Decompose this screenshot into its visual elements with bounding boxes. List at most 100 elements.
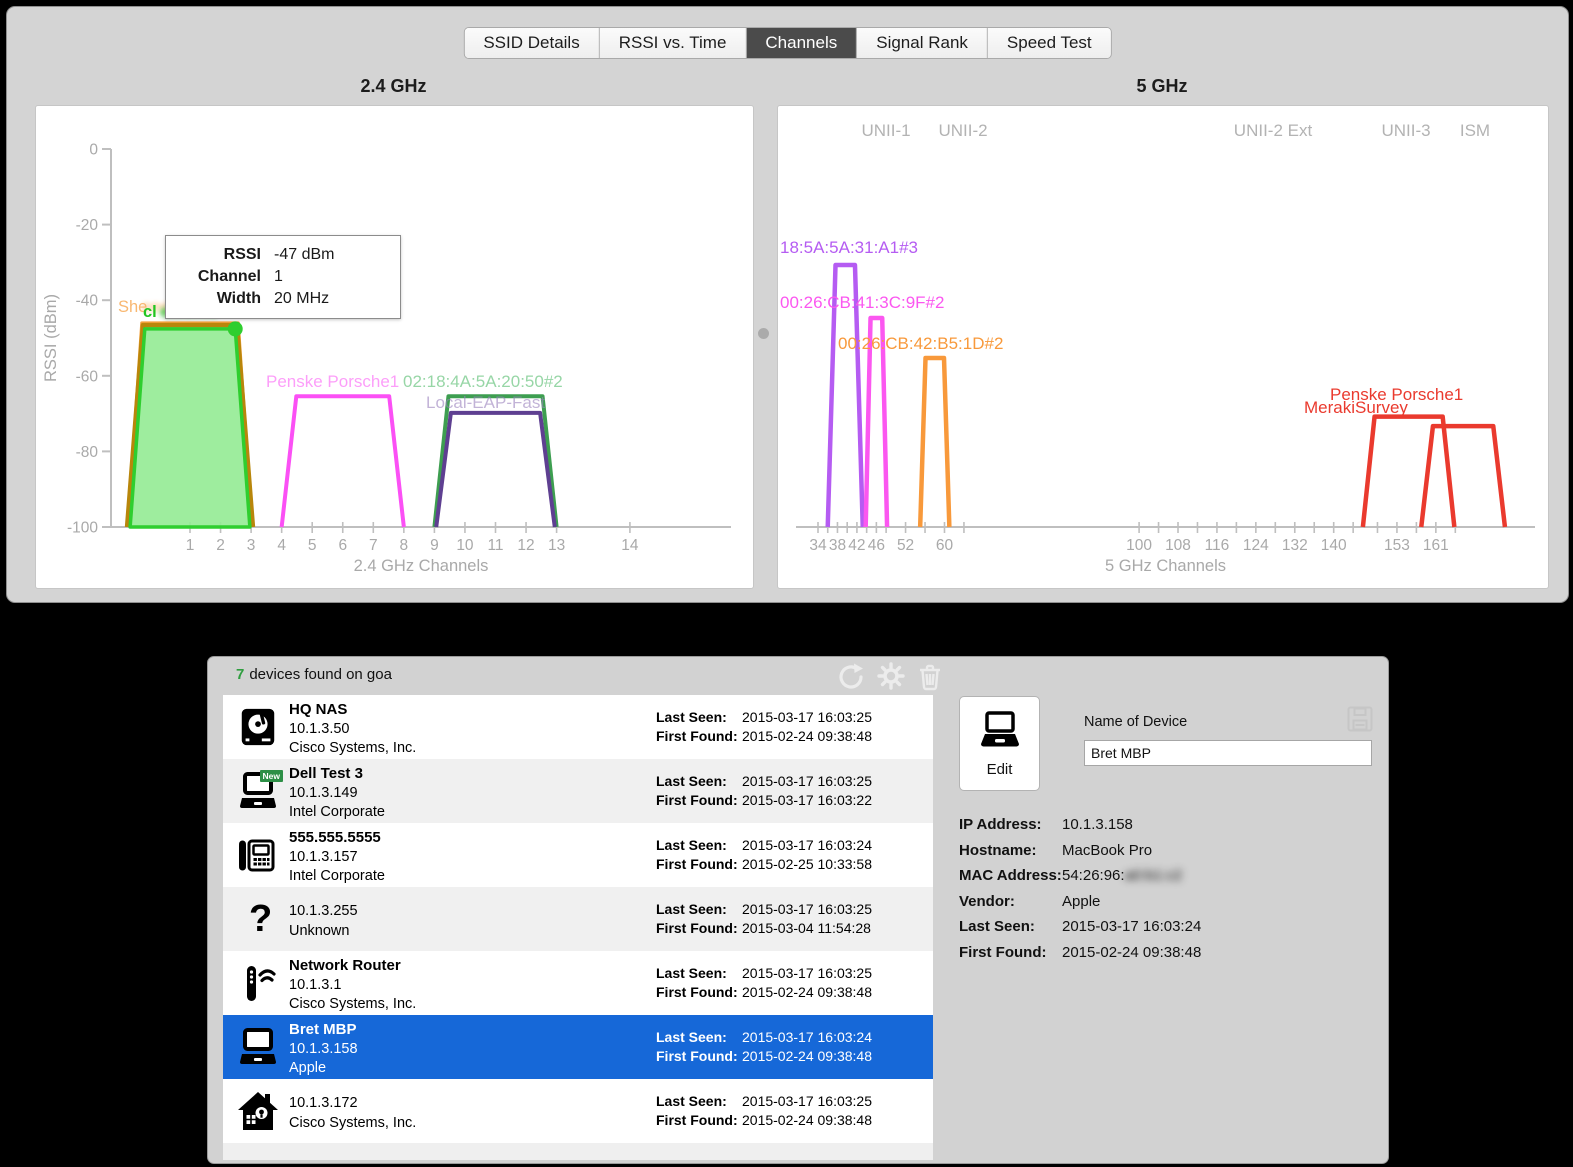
network-shape-00-26-cb-42-b5-1d-2[interactable] xyxy=(917,355,952,528)
chart-24ghz: 1 2 3 4 5 6 7 8 9 10 11 12 13 142.4 GHz Channels0-20-… xyxy=(42,142,731,575)
device-row[interactable]: 10.1.3.172 Cisco Systems, Inc. Last Seen: 2… xyxy=(223,1079,933,1143)
settings-icon[interactable] xyxy=(876,661,906,691)
x-tick-label: 38 xyxy=(829,537,846,554)
device-name: Network Router xyxy=(289,957,401,974)
mac-redacted: a0:b1:c2 xyxy=(1124,867,1183,884)
device-info: Dell Test 3 10.1.3.149 Intel Corporate xyxy=(289,764,385,823)
x-tick-label: 7 xyxy=(369,537,378,554)
band-label-unii-3: UNII-3 xyxy=(1381,121,1430,140)
x-tick-label: 14 xyxy=(621,537,639,554)
view-tabbar: SSID Details RSSI vs. Time Channels Signal … xyxy=(463,27,1112,59)
first-found-label: First Found: xyxy=(656,919,738,936)
device-row[interactable]: ? 10.1.3.255 Unknown Last Seen: 2015-03-17 1… xyxy=(223,887,933,951)
splitter-handle[interactable] xyxy=(758,328,769,339)
ssid-label-18-5a-5a-31-a1-3: 18:5A:5A:31:A1#3 xyxy=(780,238,918,257)
first-found-label: First Found: xyxy=(656,855,738,872)
refresh-icon[interactable] xyxy=(837,661,867,691)
x-tick-label: 34 xyxy=(809,537,827,554)
device-timestamps: Last Seen: 2015-03-17 16:03:25 First Found… xyxy=(656,1092,872,1129)
laptop-icon xyxy=(235,1024,281,1070)
detail-field: Last Seen: 2015-03-17 16:03:24 xyxy=(959,919,1201,934)
band-label-unii-2-ext: UNII-2 Ext xyxy=(1234,121,1313,140)
tooltip-label: RSSI xyxy=(223,246,261,263)
device-timestamps: Last Seen: 2015-03-17 16:03:24 First Found… xyxy=(656,836,872,873)
device-name: Bret MBP xyxy=(289,1021,357,1038)
tab-rssi-vs-time[interactable]: RSSI vs. Time xyxy=(599,28,747,58)
edit-button[interactable]: Edit xyxy=(959,696,1040,791)
device-ip: 10.1.3.157 xyxy=(289,848,358,865)
ssid-label-penske-porsche1: Penske Porsche1 xyxy=(266,372,399,391)
network-shape-penske-porsche1[interactable] xyxy=(279,394,406,528)
device-row[interactable]: Bret MBP 10.1.3.158 Apple Last Seen: 2015-03… xyxy=(223,1015,933,1079)
detail-field: Hostname: MacBook Pro xyxy=(959,843,1201,858)
ssid-label-02-18-4a-5a-20-50-2: 02:18:4A:5A:20:50#2 xyxy=(403,372,563,391)
last-seen-value: 2015-03-17 16:03:25 xyxy=(742,773,872,789)
device-list: HQ NAS 10.1.3.50 Cisco Systems, Inc. Last S… xyxy=(223,695,933,1160)
device-ip: 10.1.3.50 xyxy=(289,720,350,737)
x-axis-label: 5 GHz Channels xyxy=(1105,557,1226,575)
detail-field-label: IP Address: xyxy=(959,816,1042,833)
x-tick-label: 140 xyxy=(1321,537,1347,554)
x-tick-label: 11 xyxy=(487,537,503,554)
device-ip: 10.1.3.158 xyxy=(289,1040,358,1057)
network-shape-02-18-4a-5a-20-50-2[interactable] xyxy=(432,394,559,528)
x-tick-label: 9 xyxy=(430,537,439,554)
x-tick-label: 100 xyxy=(1126,537,1152,554)
network-shape-clements[interactable] xyxy=(128,327,252,529)
trash-icon[interactable] xyxy=(915,661,945,691)
x-tick-label: 108 xyxy=(1165,537,1191,554)
list-filler xyxy=(223,1143,933,1160)
detail-field-value: 2015-02-24 09:38:48 xyxy=(1062,943,1202,961)
device-info: HQ NAS 10.1.3.50 Cisco Systems, Inc. xyxy=(289,700,416,759)
tab-ssid-details[interactable]: SSID Details xyxy=(464,28,600,58)
detail-field: IP Address: 10.1.3.158 xyxy=(959,817,1201,832)
network-shape-merakisurvey[interactable] xyxy=(1360,414,1457,528)
detail-field-value: Apple xyxy=(1062,892,1101,910)
tab-channels[interactable]: Channels xyxy=(746,28,858,58)
network-shape-local-eap-fast[interactable] xyxy=(434,410,557,528)
y-tick-label: -40 xyxy=(76,293,99,310)
x-tick-label: 153 xyxy=(1384,537,1410,554)
last-seen-value: 2015-03-17 16:03:25 xyxy=(742,709,872,725)
screen: SSID Details RSSI vs. Time Channels Signal … xyxy=(0,0,1573,1167)
device-vendor: Cisco Systems, Inc. xyxy=(289,1114,417,1131)
x-tick-label: 52 xyxy=(897,537,914,554)
network-shape-penske-porsche1[interactable] xyxy=(1419,423,1508,528)
detail-field-value: 2015-03-17 16:03:24 xyxy=(1062,918,1202,935)
device-vendor: Apple xyxy=(289,1060,327,1076)
tab-speed-test[interactable]: Speed Test xyxy=(987,28,1111,58)
device-count: 7 xyxy=(236,666,245,683)
detail-field-value: MacBook Pro xyxy=(1062,841,1153,859)
device-row[interactable]: 555.555.5555 10.1.3.157 Intel Corporate Las… xyxy=(223,823,933,887)
question-icon: ? xyxy=(235,896,281,942)
tab-signal-rank[interactable]: Signal Rank xyxy=(857,28,988,58)
first-found-value: 2015-02-24 09:38:48 xyxy=(742,1111,872,1128)
chart-5ghz: 34 38 42 46 52 60 100 108 116 124 132 140 153 161 5 GH… xyxy=(780,121,1535,575)
detail-field-value: 54:26:96: xyxy=(1062,867,1125,884)
first-found-label: First Found: xyxy=(656,727,738,744)
hover-point-marker xyxy=(227,321,243,337)
save-icon[interactable] xyxy=(1345,704,1375,734)
x-tick-label: 8 xyxy=(400,537,409,554)
name-of-device-label: Name of Device xyxy=(1084,714,1188,730)
first-found-value: 2015-03-17 16:03:22 xyxy=(742,791,872,808)
new-badge: New xyxy=(259,770,283,782)
y-tick-label: -20 xyxy=(76,217,99,234)
device-name-input[interactable] xyxy=(1084,740,1372,766)
device-ip: 10.1.3.149 xyxy=(289,784,358,801)
chart-panel-5ghz: 34 38 42 46 52 60 100 108 116 124 132 140 153 161 5 GH… xyxy=(777,105,1549,589)
device-row[interactable]: Network Router 10.1.3.1 Cisco Systems, Inc… xyxy=(223,951,933,1015)
detail-field: Vendor: Apple xyxy=(959,894,1201,909)
detail-field-label: MAC Address: xyxy=(959,867,1062,884)
tooltip-label: Width xyxy=(216,290,261,307)
x-tick-label: 46 xyxy=(868,537,885,554)
devices-header: 7 devices found on goa xyxy=(236,666,392,683)
device-vendor: Intel Corporate xyxy=(289,868,385,884)
ssid-label-local-eap-fast: Local-EAP-Fast xyxy=(426,393,545,412)
last-seen-value: 2015-03-17 16:03:25 xyxy=(742,1093,872,1109)
first-found-value: 2015-02-24 09:38:48 xyxy=(742,983,872,1000)
device-row[interactable]: New Dell Test 3 10.1.3.149 Intel Corporate L… xyxy=(223,759,933,823)
detail-field-label: Vendor: xyxy=(959,892,1015,910)
y-tick-label: -60 xyxy=(76,368,99,385)
device-row[interactable]: HQ NAS 10.1.3.50 Cisco Systems, Inc. Last S… xyxy=(223,695,933,759)
